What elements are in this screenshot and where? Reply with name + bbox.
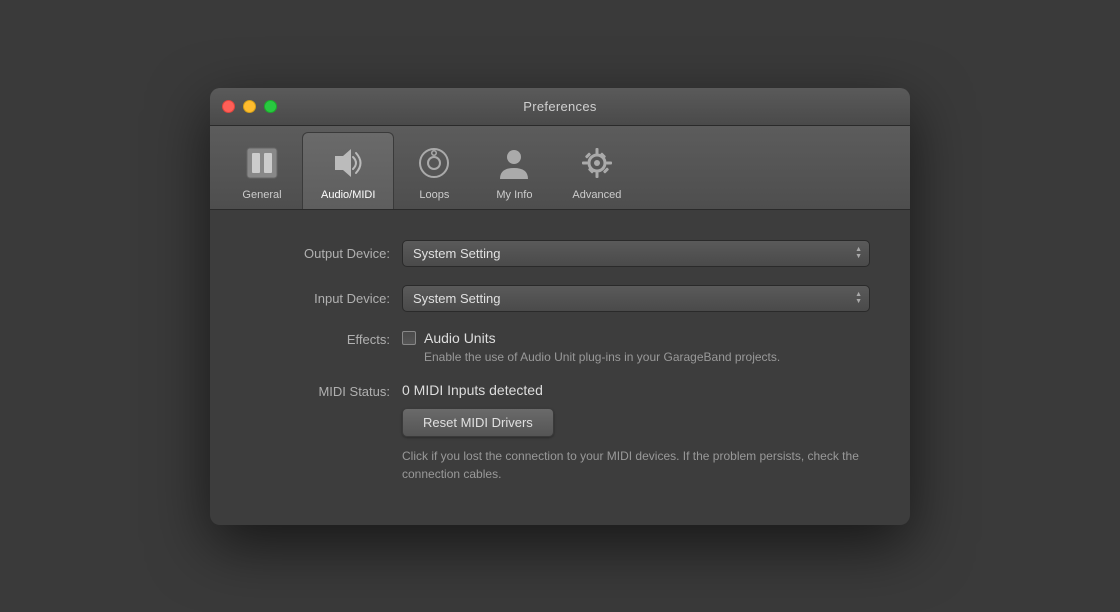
tab-loops-label: Loops (419, 189, 449, 201)
input-device-label: Input Device: (250, 291, 390, 306)
tab-audio-midi[interactable]: Audio/MIDI (302, 132, 394, 209)
window-controls (222, 100, 277, 113)
reset-midi-button[interactable]: Reset MIDI Drivers (402, 408, 554, 437)
title-bar: Preferences (210, 88, 910, 126)
effects-row: Effects: Audio Units Enable the use of A… (250, 330, 870, 364)
effects-top: Audio Units (402, 330, 870, 346)
input-device-control: System Setting Built-in Microphone No In… (402, 285, 870, 312)
input-device-row: Input Device: System Setting Built-in Mi… (250, 285, 870, 312)
input-device-select[interactable]: System Setting Built-in Microphone No In… (402, 285, 870, 312)
tab-audio-midi-label: Audio/MIDI (321, 189, 375, 201)
input-device-select-wrapper: System Setting Built-in Microphone No In… (402, 285, 870, 312)
tab-advanced-label: Advanced (572, 189, 621, 201)
output-device-control: System Setting Built-in Output Headphone… (402, 240, 870, 267)
advanced-icon (575, 141, 619, 185)
effects-content: Audio Units Enable the use of Audio Unit… (402, 330, 870, 364)
audio-units-checkbox[interactable] (402, 331, 416, 345)
maximize-button[interactable] (264, 100, 277, 113)
tab-general-label: General (242, 189, 281, 201)
output-device-label: Output Device: (250, 246, 390, 261)
tab-loops[interactable]: Loops (394, 133, 474, 209)
midi-description: Click if you lost the connection to your… (402, 447, 870, 483)
audio-units-label: Audio Units (424, 330, 496, 346)
midi-status-value: 0 MIDI Inputs detected (402, 382, 870, 398)
effects-label: Effects: (250, 330, 390, 347)
tab-advanced[interactable]: Advanced (554, 133, 639, 209)
tab-general[interactable]: General (222, 133, 302, 209)
audio-units-description: Enable the use of Audio Unit plug-ins in… (424, 350, 870, 364)
midi-status-label: MIDI Status: (250, 382, 390, 399)
audio-midi-icon (326, 141, 370, 185)
toolbar: General Audio/MIDI (210, 126, 910, 210)
close-button[interactable] (222, 100, 235, 113)
midi-status-row: MIDI Status: 0 MIDI Inputs detected Rese… (250, 382, 870, 483)
midi-content: 0 MIDI Inputs detected Reset MIDI Driver… (402, 382, 870, 483)
minimize-button[interactable] (243, 100, 256, 113)
loops-icon (412, 141, 456, 185)
output-device-select-wrapper: System Setting Built-in Output Headphone… (402, 240, 870, 267)
output-device-row: Output Device: System Setting Built-in O… (250, 240, 870, 267)
my-info-icon (492, 141, 536, 185)
general-icon (240, 141, 284, 185)
content-area: Output Device: System Setting Built-in O… (210, 210, 910, 525)
tab-my-info-label: My Info (496, 189, 532, 201)
window-title: Preferences (523, 99, 596, 114)
tab-my-info[interactable]: My Info (474, 133, 554, 209)
output-device-select[interactable]: System Setting Built-in Output Headphone… (402, 240, 870, 267)
preferences-window: Preferences General (210, 88, 910, 525)
